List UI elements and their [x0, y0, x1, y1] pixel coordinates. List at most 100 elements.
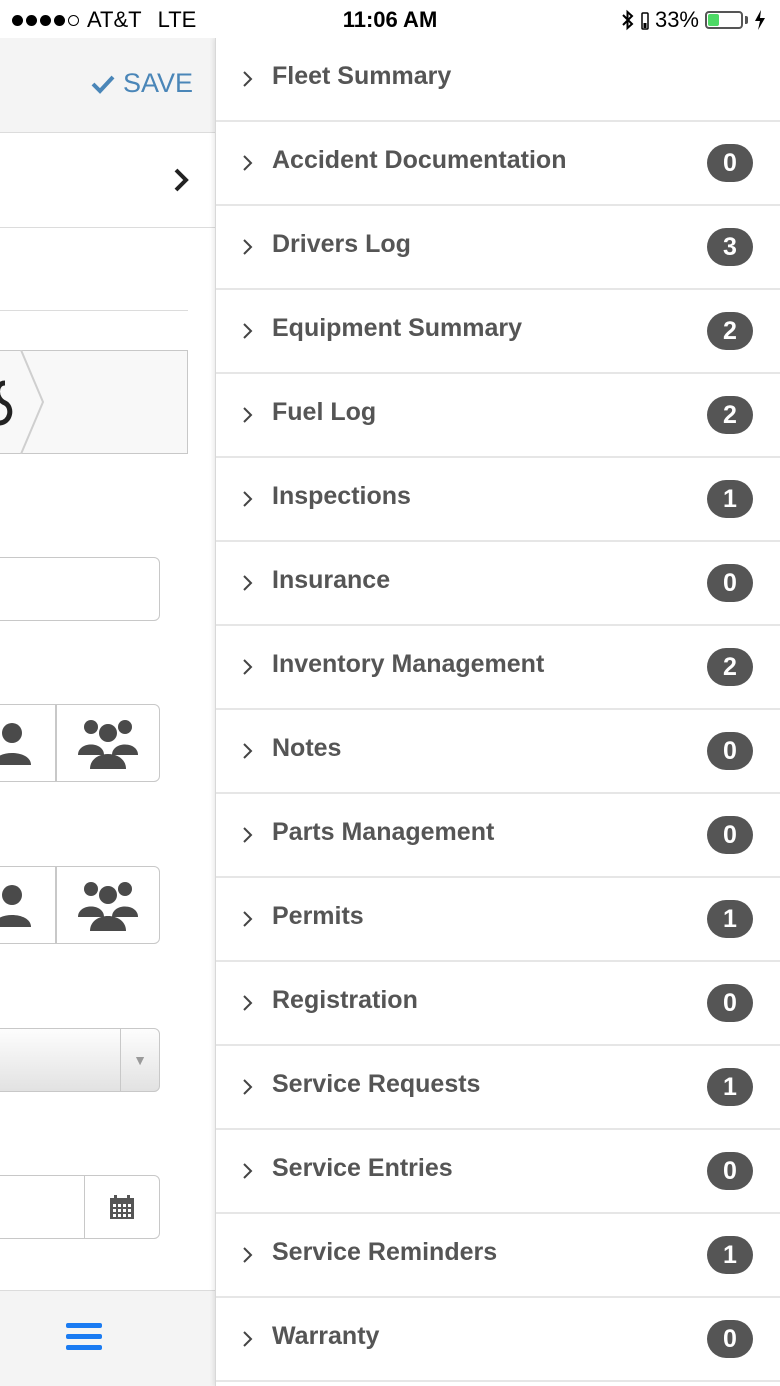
count-badge: 0	[707, 564, 753, 602]
navigation-row[interactable]	[0, 133, 215, 228]
calendar-icon	[110, 1195, 134, 1219]
menu-item-label: Insurance	[272, 566, 391, 594]
count-badge: 0	[707, 732, 753, 770]
menu-item-label: Drivers Log	[272, 230, 411, 258]
menu-item-label: Fuel Log	[272, 398, 377, 426]
menu-item-label: Fleet Summary	[272, 62, 452, 90]
menu-item[interactable]: Parts Management 0	[216, 794, 780, 878]
menu-item-label: Permits	[272, 902, 364, 930]
count-badge: 2	[707, 312, 753, 350]
menu-item[interactable]: Inventory Management 2	[216, 626, 780, 710]
group-users-button[interactable]	[57, 867, 159, 943]
form-header: SAVE	[0, 38, 215, 133]
date-picker-button[interactable]	[84, 1176, 159, 1238]
chevron-right-icon	[243, 71, 253, 87]
menu-item[interactable]: Warranty 0	[216, 1298, 780, 1382]
chevron-right-icon	[243, 995, 253, 1011]
chevron-right-icon	[243, 155, 253, 171]
menu-item[interactable]: Notes 0	[216, 710, 780, 794]
hamburger-icon[interactable]	[66, 1323, 102, 1356]
menu-item-label: Service Requests	[272, 1070, 481, 1098]
count-badge: 1	[707, 480, 753, 518]
save-label: SAVE	[122, 68, 193, 98]
menu-item-label: Inventory Management	[272, 650, 545, 678]
step-glyph-icon	[0, 380, 13, 426]
menu-item[interactable]: Fleet Summary	[216, 38, 780, 122]
menu-item[interactable]: Inspections 1	[216, 458, 780, 542]
count-badge: 1	[707, 1068, 753, 1106]
side-menu-drawer: Fleet Summary Accident Documentation 0 Driv…	[215, 38, 780, 1386]
menu-item[interactable]: Fuel Log 2	[216, 374, 780, 458]
menu-item-label: Equipment Summary	[272, 314, 523, 342]
single-user-button[interactable]	[0, 867, 55, 943]
count-badge: 2	[707, 648, 753, 686]
menu-item-label: Accident Documentation	[272, 146, 567, 174]
charging-bolt-icon	[755, 10, 765, 30]
menu-item-label: Registration	[272, 986, 418, 1014]
user-icon	[0, 723, 31, 765]
count-badge: 0	[707, 144, 753, 182]
menu-item-label: Parts Management	[272, 818, 495, 846]
breadcrumb-step[interactable]	[0, 350, 188, 454]
status-bar: AT&T LTE 11:06 AM 33%	[0, 0, 780, 38]
chevron-right-icon	[243, 491, 253, 507]
count-badge: 0	[707, 1320, 753, 1358]
text-field[interactable]	[0, 557, 160, 621]
form-footer	[0, 1290, 215, 1386]
status-right: 33%	[621, 7, 766, 33]
menu-item[interactable]: Service Reminders 1	[216, 1214, 780, 1298]
divider	[0, 310, 188, 311]
chevron-right-icon	[243, 239, 253, 255]
chevron-right-icon	[243, 827, 253, 843]
menu-item-label: Service Entries	[272, 1154, 453, 1182]
users-icon	[78, 882, 138, 931]
battery-percentage: 33%	[654, 7, 699, 32]
menu-item[interactable]: Accident Documentation 0	[216, 122, 780, 206]
menu-item[interactable]: Equipment Summary 2	[216, 290, 780, 374]
dropdown-select[interactable]: ▼	[0, 1028, 160, 1092]
chevron-right-icon	[243, 1247, 253, 1263]
group-users-button[interactable]	[57, 705, 159, 781]
menu-item-label: Inspections	[272, 482, 411, 510]
menu-item[interactable]: Drivers Log 3	[216, 206, 780, 290]
battery-icon	[705, 11, 743, 29]
menu-item-label: Notes	[272, 734, 342, 762]
caret-down-icon: ▼	[120, 1029, 159, 1091]
count-badge: 3	[707, 228, 753, 266]
battery-cap	[745, 16, 748, 24]
battery-small-icon	[641, 12, 649, 30]
users-icon	[78, 720, 138, 769]
chevron-right-icon	[243, 323, 253, 339]
single-user-button[interactable]	[0, 705, 55, 781]
count-badge: 2	[707, 396, 753, 434]
count-badge: 1	[707, 900, 753, 938]
count-badge: 1	[707, 1236, 753, 1274]
menu-item[interactable]: Permits 1	[216, 878, 780, 962]
chevron-right-icon	[243, 1163, 253, 1179]
menu-list: Fleet Summary Accident Documentation 0 Driv…	[216, 38, 780, 1382]
bluetooth-icon	[622, 9, 634, 31]
background-form-panel: SAVE ▼	[0, 38, 215, 1386]
user-icon	[0, 885, 31, 927]
menu-item-label: Service Reminders	[272, 1238, 498, 1266]
menu-item-label: Warranty	[272, 1322, 380, 1350]
assignee-toggle-group	[0, 704, 160, 782]
chevron-right-icon	[243, 911, 253, 927]
save-button[interactable]: SAVE	[91, 68, 193, 99]
chevron-right-icon	[243, 1079, 253, 1095]
battery-fill	[708, 14, 719, 26]
date-field[interactable]	[0, 1175, 160, 1239]
menu-item[interactable]: Registration 0	[216, 962, 780, 1046]
checkmark-icon	[91, 75, 115, 94]
menu-item[interactable]: Service Entries 0	[216, 1130, 780, 1214]
chevron-right-icon	[243, 743, 253, 759]
step-arrow-icon	[20, 350, 45, 454]
chevron-right-icon	[243, 407, 253, 423]
assignee-toggle-group-2	[0, 866, 160, 944]
chevron-right-icon	[174, 168, 189, 192]
count-badge: 0	[707, 816, 753, 854]
count-badge: 0	[707, 984, 753, 1022]
menu-item[interactable]: Insurance 0	[216, 542, 780, 626]
menu-item[interactable]: Service Requests 1	[216, 1046, 780, 1130]
count-badge: 0	[707, 1152, 753, 1190]
